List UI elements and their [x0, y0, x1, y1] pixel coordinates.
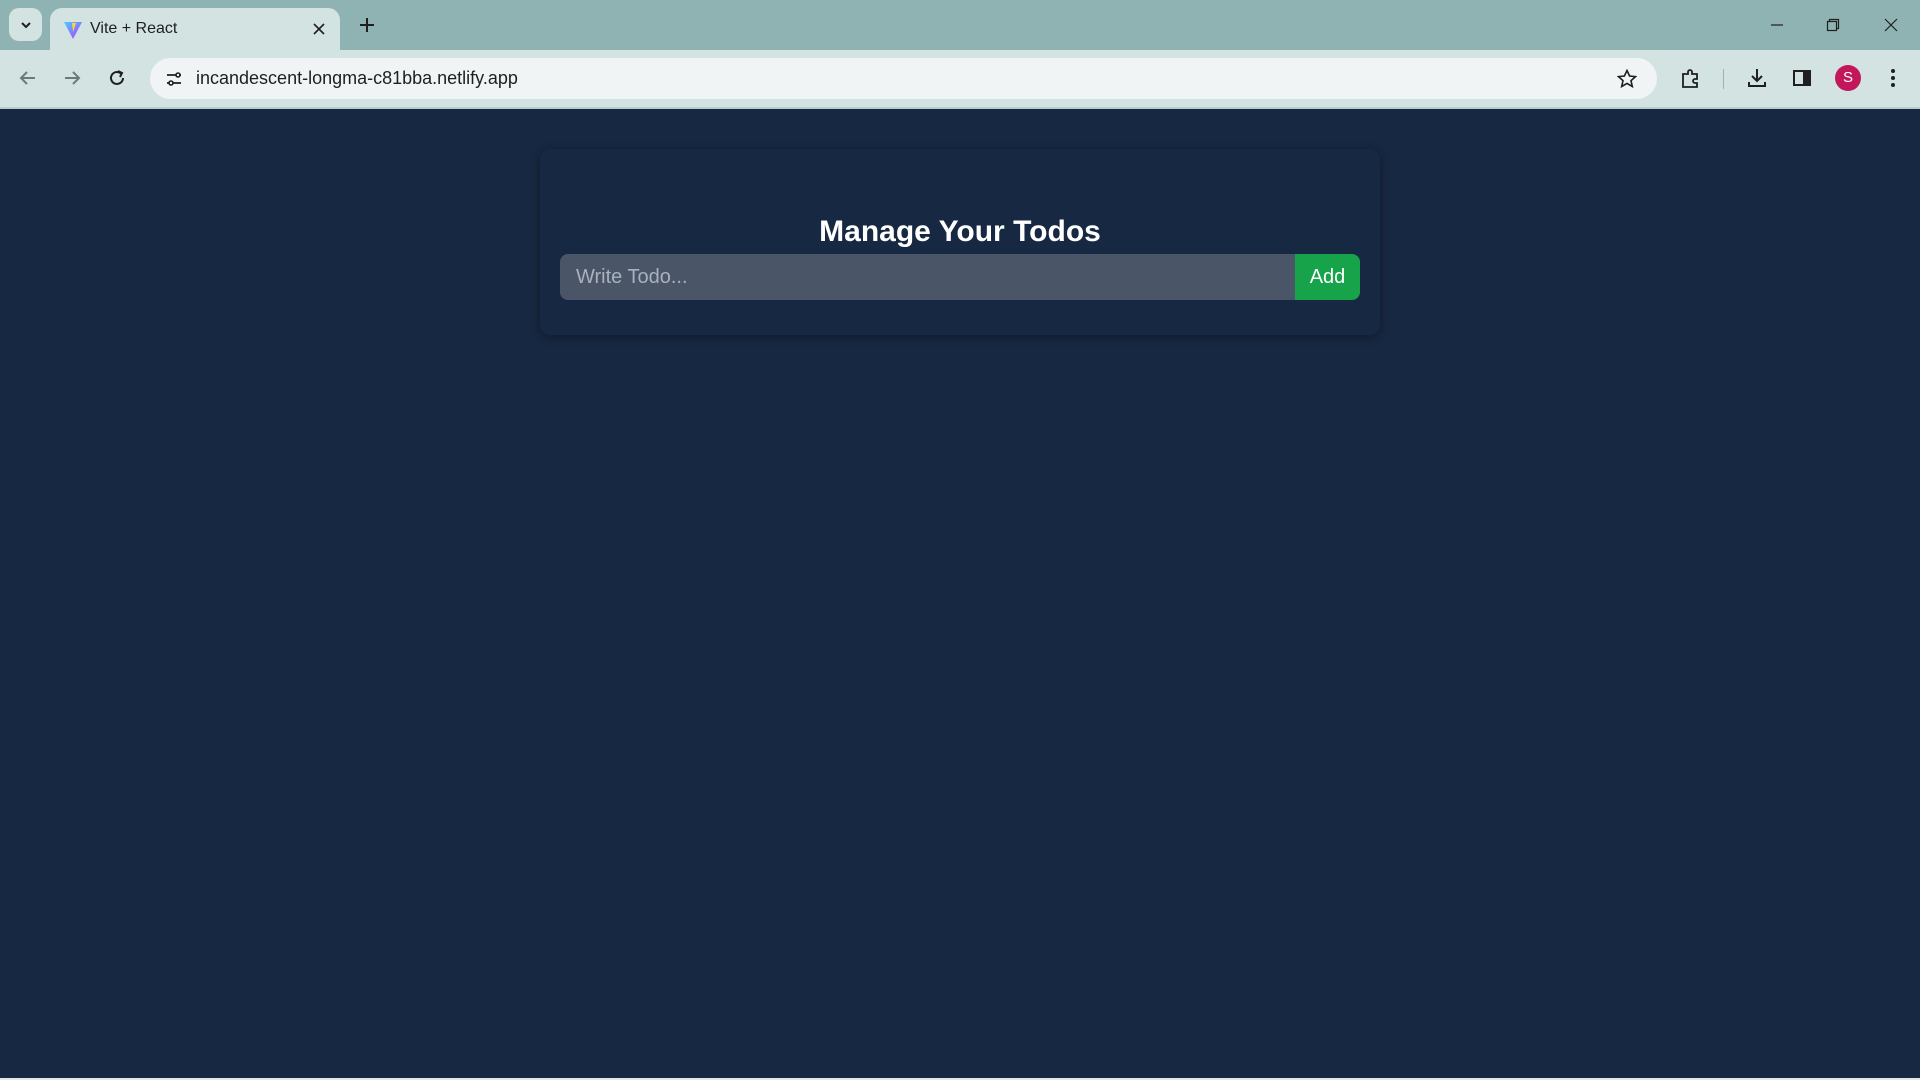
- reload-button[interactable]: [102, 63, 132, 93]
- reload-icon: [110, 70, 124, 85]
- close-icon: [1884, 18, 1898, 32]
- puzzle-icon: [1682, 69, 1698, 88]
- tab-title: Vite + React: [90, 20, 178, 37]
- chevron-down-icon: [20, 21, 31, 28]
- arrow-left-icon: [19, 71, 35, 85]
- close-icon: [313, 23, 325, 35]
- profile-avatar[interactable]: S: [1835, 65, 1861, 91]
- new-tab-button[interactable]: [355, 13, 379, 37]
- bookmark-button[interactable]: [1615, 67, 1639, 91]
- browser-tab-strip: Vite + React: [0, 0, 1920, 50]
- download-icon: [1748, 69, 1766, 87]
- url-text: incandescent-longma-c81bba.netlify.app: [196, 68, 518, 88]
- minimize-button[interactable]: [1762, 10, 1792, 40]
- restore-button[interactable]: [1818, 10, 1848, 40]
- minimize-icon: [1771, 24, 1783, 26]
- tune-icon: [167, 72, 181, 86]
- todo-card: Manage Your Todos: [540, 149, 1380, 335]
- arrow-right-icon: [65, 71, 81, 85]
- page-title: Manage Your Todos: [819, 215, 1101, 248]
- add-todo-button[interactable]: Add: [1295, 254, 1360, 300]
- vite-logo-icon: [64, 22, 82, 39]
- side-panel-button[interactable]: [1788, 64, 1816, 92]
- tab-search-button[interactable]: [9, 8, 42, 41]
- restore-icon: [1826, 18, 1840, 32]
- browser-toolbar: incandescent-longma-c81bba.netlify.app S: [0, 50, 1920, 109]
- todo-form: Add: [560, 254, 1360, 300]
- extensions-button[interactable]: [1677, 64, 1705, 92]
- side-panel-icon: [1793, 70, 1811, 86]
- browser-tab[interactable]: Vite + React: [50, 8, 340, 50]
- more-vertical-icon: [1891, 69, 1895, 87]
- todo-input[interactable]: [560, 254, 1295, 300]
- star-icon: [1617, 69, 1637, 89]
- back-button[interactable]: [13, 63, 43, 93]
- toolbar-divider: [1723, 69, 1724, 89]
- page-viewport: Manage Your Todos Add: [0, 109, 1920, 1080]
- browser-menu-button[interactable]: [1879, 64, 1907, 92]
- close-window-button[interactable]: [1876, 10, 1906, 40]
- forward-button[interactable]: [57, 63, 87, 93]
- address-bar[interactable]: incandescent-longma-c81bba.netlify.app: [150, 58, 1657, 99]
- plus-icon: [360, 18, 374, 32]
- site-info-button[interactable]: [159, 64, 189, 94]
- downloads-button[interactable]: [1743, 64, 1771, 92]
- tab-close-button[interactable]: [310, 20, 328, 38]
